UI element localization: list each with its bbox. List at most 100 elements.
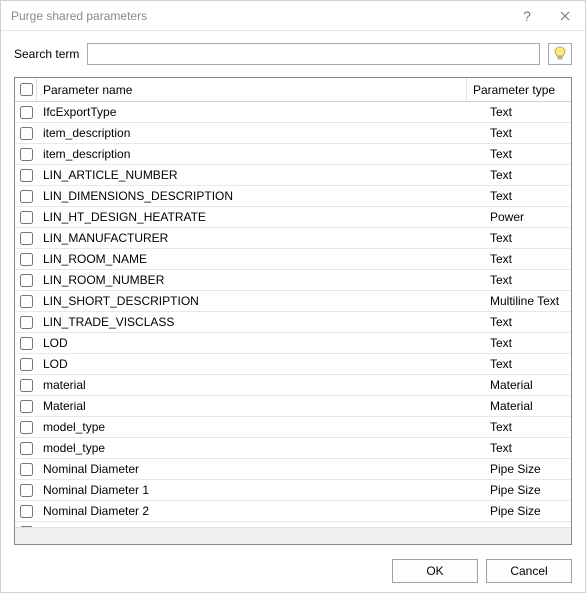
ok-button[interactable]: OK bbox=[392, 559, 478, 583]
row-checkbox[interactable] bbox=[20, 253, 33, 266]
row-checkbox-cell bbox=[15, 505, 37, 518]
row-name: LIN_ROOM_NUMBER bbox=[37, 273, 484, 287]
hint-button[interactable] bbox=[548, 43, 572, 65]
row-checkbox[interactable] bbox=[20, 295, 33, 308]
row-checkbox[interactable] bbox=[20, 106, 33, 119]
row-checkbox[interactable] bbox=[20, 400, 33, 413]
table-row[interactable]: LODText bbox=[15, 354, 571, 375]
row-checkbox[interactable] bbox=[20, 211, 33, 224]
row-checkbox[interactable] bbox=[20, 274, 33, 287]
cancel-button[interactable]: Cancel bbox=[486, 559, 572, 583]
table-row[interactable]: LIN_ROOM_NUMBERText bbox=[15, 270, 571, 291]
table-row[interactable]: model_typeText bbox=[15, 417, 571, 438]
table-row[interactable]: LIN_TRADE_VISCLASSText bbox=[15, 312, 571, 333]
row-checkbox[interactable] bbox=[20, 379, 33, 392]
close-button[interactable] bbox=[545, 1, 585, 31]
grid-header: Parameter name Parameter type bbox=[15, 78, 571, 102]
row-checkbox-cell bbox=[15, 379, 37, 392]
row-checkbox[interactable] bbox=[20, 190, 33, 203]
table-row[interactable]: LIN_ARTICLE_NUMBERText bbox=[15, 165, 571, 186]
row-type: Text bbox=[484, 147, 571, 161]
header-name[interactable]: Parameter name bbox=[37, 78, 467, 101]
row-type: Pipe Size bbox=[484, 483, 571, 497]
window-title: Purge shared parameters bbox=[11, 9, 509, 23]
help-button[interactable]: ? bbox=[509, 1, 545, 31]
row-checkbox[interactable] bbox=[20, 148, 33, 161]
table-row[interactable]: item_descriptionText bbox=[15, 144, 571, 165]
row-name: item_description bbox=[37, 126, 484, 140]
row-type: Material bbox=[484, 399, 571, 413]
row-checkbox-cell bbox=[15, 358, 37, 371]
table-row[interactable]: LIN_HT_DESIGN_HEATRATEPower bbox=[15, 207, 571, 228]
row-checkbox-cell bbox=[15, 484, 37, 497]
row-checkbox-cell bbox=[15, 463, 37, 476]
row-checkbox[interactable] bbox=[20, 463, 33, 476]
table-row[interactable]: model_typeText bbox=[15, 438, 571, 459]
row-type: Text bbox=[484, 336, 571, 350]
row-checkbox-cell bbox=[15, 274, 37, 287]
row-checkbox[interactable] bbox=[20, 442, 33, 455]
grid-body[interactable]: IfcExportTypeTextitem_descriptionTextite… bbox=[15, 102, 571, 527]
row-name: material bbox=[37, 378, 484, 392]
row-name: Nominal Diameter 1 bbox=[37, 483, 484, 497]
row-type: Multiline Text bbox=[484, 294, 571, 308]
table-row[interactable]: MaterialMaterial bbox=[15, 396, 571, 417]
table-row[interactable]: LIN_MANUFACTURERText bbox=[15, 228, 571, 249]
row-type: Text bbox=[484, 126, 571, 140]
parameters-grid: Parameter name Parameter type IfcExportT… bbox=[14, 77, 572, 545]
row-checkbox[interactable] bbox=[20, 505, 33, 518]
row-checkbox[interactable] bbox=[20, 316, 33, 329]
row-name: LIN_HT_DESIGN_HEATRATE bbox=[37, 210, 484, 224]
table-row[interactable]: Nominal DiameterPipe Size bbox=[15, 459, 571, 480]
row-name: Material bbox=[37, 399, 484, 413]
table-row[interactable]: Nominal Diameter 2Pipe Size bbox=[15, 501, 571, 522]
row-name: model_type bbox=[37, 420, 484, 434]
horizontal-scrollbar[interactable] bbox=[15, 527, 571, 544]
row-name: LIN_ARTICLE_NUMBER bbox=[37, 168, 484, 182]
table-row[interactable]: LIN_DIMENSIONS_DESCRIPTIONText bbox=[15, 186, 571, 207]
row-checkbox[interactable] bbox=[20, 232, 33, 245]
row-checkbox-cell bbox=[15, 127, 37, 140]
row-checkbox[interactable] bbox=[20, 358, 33, 371]
table-row[interactable]: IfcExportTypeText bbox=[15, 102, 571, 123]
row-checkbox-cell bbox=[15, 337, 37, 350]
row-type: Text bbox=[484, 168, 571, 182]
row-name: LOD bbox=[37, 357, 484, 371]
row-type: Material bbox=[484, 378, 571, 392]
row-name: LIN_SHORT_DESCRIPTION bbox=[37, 294, 484, 308]
table-row[interactable]: materialMaterial bbox=[15, 375, 571, 396]
row-name: IfcExportType bbox=[37, 105, 484, 119]
dialog-footer: OK Cancel bbox=[392, 559, 572, 583]
row-checkbox[interactable] bbox=[20, 127, 33, 140]
row-checkbox-cell bbox=[15, 211, 37, 224]
row-type: Text bbox=[484, 252, 571, 266]
table-row[interactable]: LIN_ROOM_NAMEText bbox=[15, 249, 571, 270]
row-name: item_description bbox=[37, 147, 484, 161]
titlebar: Purge shared parameters ? bbox=[1, 1, 585, 31]
header-type[interactable]: Parameter type bbox=[467, 78, 571, 101]
row-checkbox-cell bbox=[15, 106, 37, 119]
row-checkbox[interactable] bbox=[20, 169, 33, 182]
row-checkbox[interactable] bbox=[20, 484, 33, 497]
row-type: Text bbox=[484, 420, 571, 434]
row-checkbox-cell bbox=[15, 232, 37, 245]
table-row[interactable]: item_descriptionText bbox=[15, 123, 571, 144]
row-checkbox-cell bbox=[15, 400, 37, 413]
table-row[interactable]: Nominal Diameter 1Pipe Size bbox=[15, 480, 571, 501]
table-row[interactable]: LIN_SHORT_DESCRIPTIONMultiline Text bbox=[15, 291, 571, 312]
table-row[interactable]: LODText bbox=[15, 333, 571, 354]
row-checkbox[interactable] bbox=[20, 337, 33, 350]
row-type: Text bbox=[484, 357, 571, 371]
row-name: Nominal Diameter 2 bbox=[37, 504, 484, 518]
row-type: Text bbox=[484, 273, 571, 287]
row-type: Text bbox=[484, 231, 571, 245]
row-checkbox-cell bbox=[15, 253, 37, 266]
row-type: Text bbox=[484, 189, 571, 203]
select-all-checkbox[interactable] bbox=[20, 83, 33, 96]
row-checkbox-cell bbox=[15, 295, 37, 308]
content-area: Search term Parameter name Parameter typ… bbox=[1, 31, 585, 545]
search-input[interactable] bbox=[87, 43, 540, 65]
row-name: LIN_ROOM_NAME bbox=[37, 252, 484, 266]
row-type: Pipe Size bbox=[484, 504, 571, 518]
row-checkbox[interactable] bbox=[20, 421, 33, 434]
